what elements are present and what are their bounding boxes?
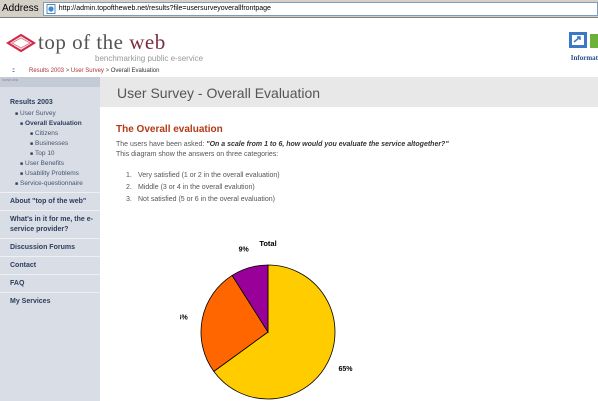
sidebar-item-label: Businesses [35, 140, 69, 147]
pie-chart: Total 65% 26% 9% [180, 239, 353, 400]
sidebar-divider [0, 238, 100, 239]
pie-slice-label: 9% [239, 246, 250, 253]
sidebar-divider [0, 274, 100, 275]
bullet-icon: ■ [20, 171, 24, 177]
section-title: The Overall evaluation [116, 124, 223, 135]
page-title-bar: User Survey - Overall Evaluation [100, 77, 598, 107]
categories-intro: This diagram show the answers on three c… [116, 151, 279, 158]
sidebar-link-contact[interactable]: Contact [0, 261, 100, 271]
logo-title-web: web [129, 30, 166, 54]
url-text: http://admin.topoftheweb.net/results?fil… [58, 5, 271, 12]
sidebar-top-strip: www.vba [0, 77, 100, 87]
site-tagline: benchmarking public e-service [95, 54, 204, 63]
sidebar-item-businesses[interactable]: ■ Businesses [0, 139, 100, 149]
sidebar-divider [0, 256, 100, 257]
sidebar-item-citizens[interactable]: ■ Citizens [0, 129, 100, 139]
sidebar-item-service-questionnaire[interactable]: ■ Service-questionnaire [0, 179, 100, 189]
sidebar-divider [0, 192, 100, 193]
sidebar-item-label: Usability Problems [25, 170, 79, 177]
bullet-icon: ■ [15, 181, 19, 187]
bullet-icon: ■ [15, 111, 19, 117]
sidebar-divider [0, 210, 100, 211]
breadcrumb-separator: > [65, 68, 70, 74]
sidebar-item-user-survey[interactable]: ■ User Survey [0, 109, 100, 119]
breadcrumb-link-results[interactable]: Results 2003 [29, 68, 64, 74]
sidebar-item-label: Service-questionnaire [20, 180, 83, 187]
sidebar-link-discussion-forums[interactable]: Discussion Forums [0, 243, 100, 253]
pie-slices [200, 264, 336, 400]
list-item: 3. Not satisfied (5 or 6 in the overal ev… [126, 196, 275, 203]
sidebar-link-whats-in-it[interactable]: What's in it for me, the e-service provi… [0, 215, 100, 235]
sidebar-item-label: Overall Evaluation [25, 120, 82, 127]
survey-question: "On a scale from 1 to 6, how would you e… [206, 141, 449, 148]
page-icon [46, 3, 56, 14]
sidebar-section-title[interactable]: Results 2003 [0, 99, 100, 106]
sidebar-divider [0, 292, 100, 293]
bullet-icon: ■ [20, 121, 24, 127]
bullet-icon: ■ [30, 131, 34, 137]
address-bar: Address http://admin.topoftheweb.net/res… [0, 0, 598, 18]
sidebar-item-user-benefits[interactable]: ■ User Benefits [0, 159, 100, 169]
chart-title: Total [259, 239, 276, 248]
sidebar-item-label: Citizens [35, 130, 59, 137]
survey-question-text: The users have been asked: "On a scale f… [116, 141, 586, 149]
url-field[interactable]: http://admin.topoftheweb.net/results?fil… [42, 1, 598, 16]
breadcrumb-current: Overall Evaluation [110, 68, 160, 74]
page-title: User Survey - Overall Evaluation [117, 85, 321, 101]
sidebar-link-faq[interactable]: FAQ [0, 279, 100, 289]
breadcrumb-link-user-survey[interactable]: User Survey [71, 68, 104, 74]
breadcrumb: :: Results 2003 > User Survey > Overall … [0, 66, 598, 77]
logo-title-part: top of the [38, 30, 130, 54]
breadcrumb-separator: > [105, 68, 110, 74]
categories-list: 1. Very satisfied (1 or 2 in the overall … [126, 170, 586, 206]
address-label: Address [2, 3, 39, 14]
bullet-icon: ■ [30, 141, 34, 147]
category-label: Middle (3 or 4 in the overall evalution) [138, 184, 255, 191]
sidebar-item-label: User Benefits [25, 160, 65, 167]
sidebar-link-my-services[interactable]: My Services [0, 297, 100, 307]
pie-slice-label: 65% [338, 366, 353, 373]
list-item: 2. Middle (3 or 4 in the overall evalutio… [126, 184, 255, 191]
sidebar-link-about[interactable]: About "top of the web" [0, 197, 100, 207]
sidebar-item-usability-problems[interactable]: ■ Usability Problems [0, 169, 100, 179]
sidebar-item-label: Top 10 [35, 150, 55, 157]
pie-slice-label: 26% [180, 315, 188, 322]
category-label: Not satisfied (5 or 6 in the overal eval… [138, 196, 275, 203]
logo-icon[interactable] [5, 32, 37, 56]
sidebar-item-top-10[interactable]: ■ Top 10 [0, 149, 100, 159]
question-lead: The users have been asked: [116, 141, 207, 148]
bullet-icon: ■ [20, 161, 24, 167]
bullet-icon: ■ [30, 151, 34, 157]
site-header: top of the web benchmarking public e-ser… [0, 18, 598, 66]
category-label: Very satisfied (1 or 2 in the overall ev… [138, 172, 280, 179]
grid-icon: :: [12, 68, 15, 74]
partner-logo-label: Informat [570, 54, 598, 62]
main-content: The Overall evaluation The users have be… [116, 118, 586, 206]
site-logo-title[interactable]: top of the web [38, 30, 166, 55]
list-item: 1. Very satisfied (1 or 2 in the overall … [126, 172, 280, 179]
sidebar: www.vba Results 2003 ■ User Survey ■ Overa… [0, 77, 100, 401]
sidebar-item-overall-evaluation[interactable]: ■ Overall Evaluation [0, 119, 100, 129]
sidebar-item-label: User Survey [20, 110, 56, 117]
